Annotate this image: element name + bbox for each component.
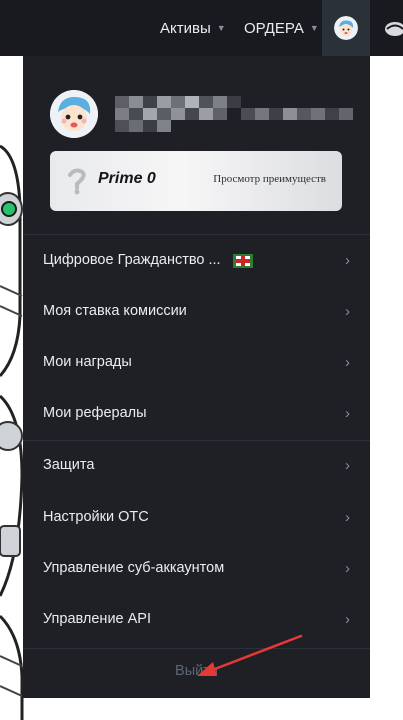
account-dropdown-menu: Prime 0 Просмотр преимуществ Цифровое Гр… [23,56,370,698]
menu-item-commission-rate[interactable]: Моя ставка комиссии › [23,287,370,338]
nav-assets-label: Активы [160,19,211,37]
chevron-right-icon: › [345,252,350,269]
divider [23,648,370,649]
prime-benefits-link[interactable]: Просмотр преимуществ [213,173,326,185]
user-avatar-button[interactable] [322,0,370,56]
avatar [334,16,358,40]
prime-card[interactable]: Prime 0 Просмотр преимуществ [50,151,342,211]
chevron-right-icon: › [345,611,350,628]
profile-avatar [50,90,98,138]
menu-item-api-management[interactable]: Управление API › [23,595,370,646]
menu-item-label: Настройки OTC [43,509,149,525]
menu-item-digital-citizenship[interactable]: Цифровое Гражданство ... › [23,236,370,287]
nav-orders-label: ОРДЕРА [244,19,304,37]
menu-item-label: Управление суб-аккаунтом [43,560,225,576]
menu-item-label: Моя ставка комиссии [43,303,187,319]
chevron-right-icon: › [345,457,350,474]
menu-item-referrals[interactable]: Мои рефералы › [23,389,370,440]
chevron-right-icon: › [345,354,350,371]
chevron-right-icon: › [345,560,350,577]
prime-badge-icon [68,168,86,195]
menu-item-rewards[interactable]: Мои награды › [23,338,370,389]
menu-item-label: Цифровое Гражданство ... [43,252,221,268]
top-navigation-bar: Активы ▼ ОРДЕРА ▼ [0,0,403,56]
flag-icon [233,254,253,268]
menu-item-sub-account[interactable]: Управление суб-аккаунтом › [23,544,370,595]
obscured-username [115,96,353,132]
caret-down-icon: ▼ [216,23,226,33]
chevron-right-icon: › [345,303,350,320]
chevron-right-icon: › [345,405,350,422]
menu-item-label: Защита [43,457,95,473]
menu-item-label: Мои рефералы [43,405,147,421]
menu-item-otc-settings[interactable]: Настройки OTC › [23,493,370,544]
menu-item-label: Управление API [43,611,152,627]
prime-title: Prime 0 [98,170,156,187]
divider [23,234,370,235]
chevron-right-icon: › [345,509,350,526]
nav-orders[interactable]: ОРДЕРА ▼ [244,0,319,56]
caret-down-icon: ▼ [309,23,319,33]
menu-item-security[interactable]: Защита › [23,441,370,492]
menu-item-label: Мои награды [43,354,132,370]
logout-button[interactable]: Выйти [23,651,370,691]
globe-icon[interactable] [384,18,403,40]
nav-assets[interactable]: Активы ▼ [160,0,226,56]
